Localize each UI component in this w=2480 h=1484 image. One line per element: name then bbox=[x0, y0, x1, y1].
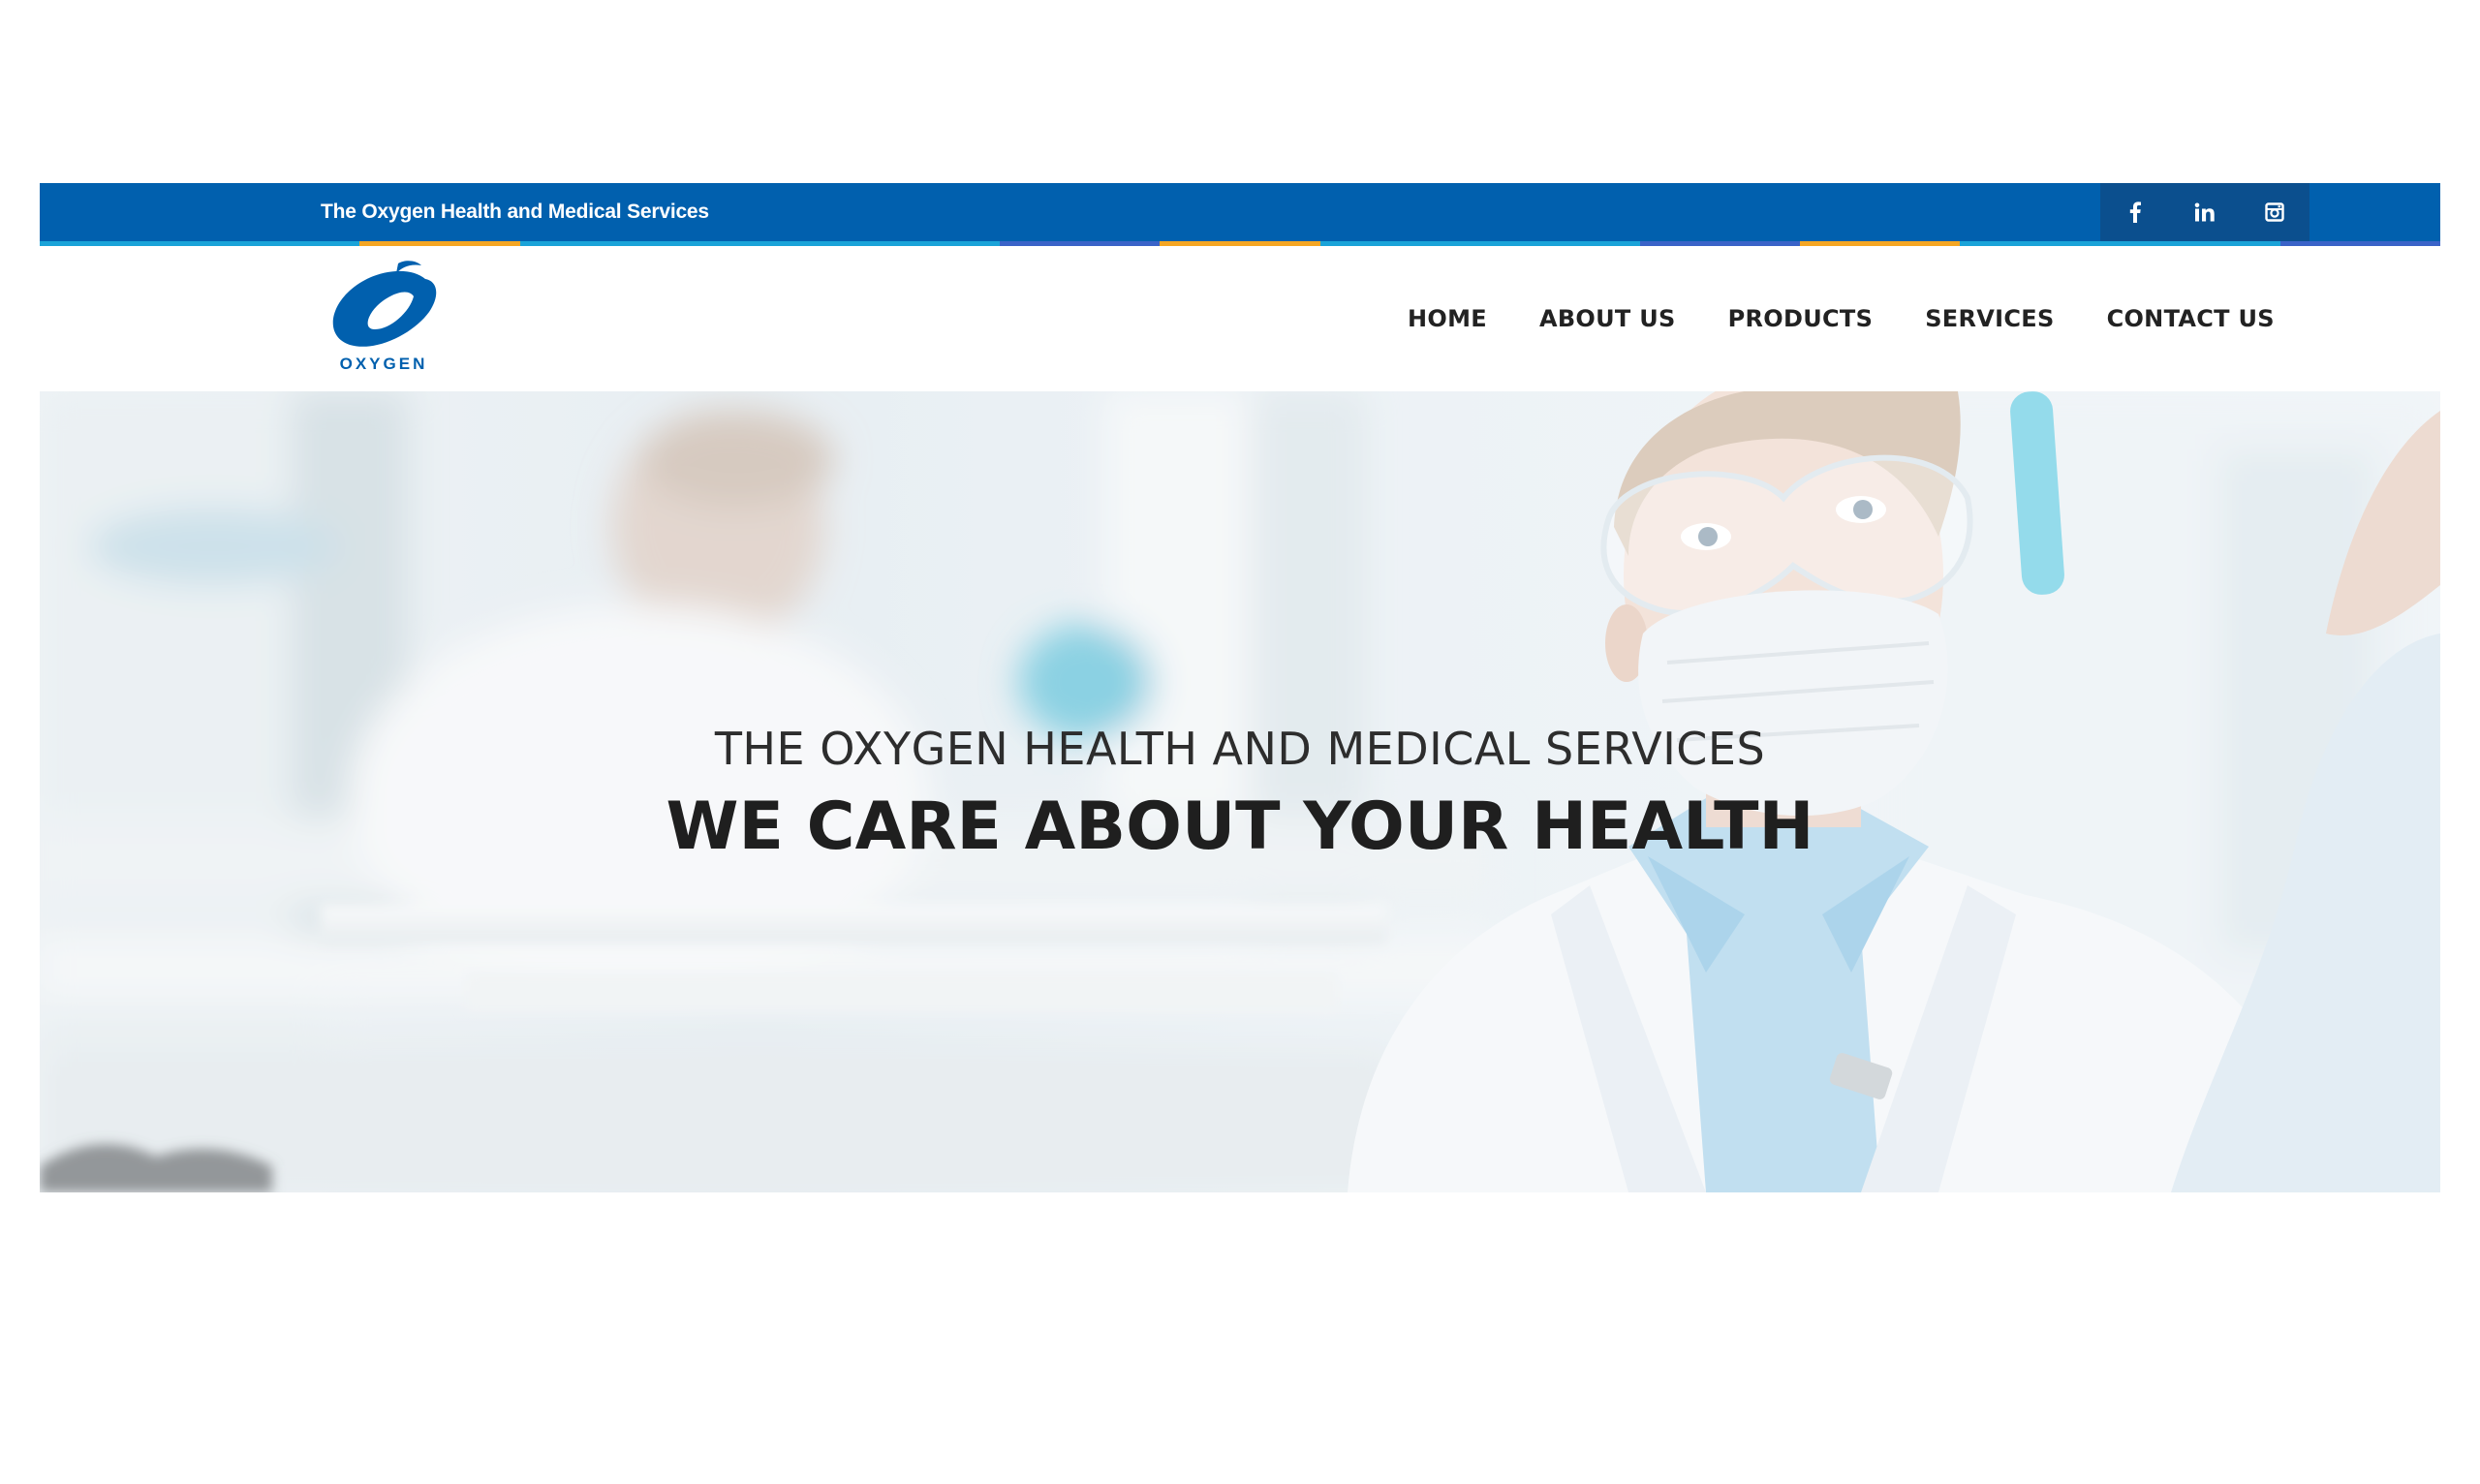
social-links bbox=[2100, 183, 2310, 241]
nav-services[interactable]: SERVICES bbox=[1925, 297, 2054, 340]
oxygen-logo-icon bbox=[332, 261, 437, 347]
hero-banner: THE OXYGEN HEALTH AND MEDICAL SERVICES W… bbox=[40, 391, 2440, 1192]
page-frame: The Oxygen Health and Medical Services O… bbox=[40, 183, 2441, 1192]
instagram-button[interactable] bbox=[2240, 183, 2310, 241]
logo-text: OXYGEN bbox=[339, 355, 428, 373]
hero-subtitle: THE OXYGEN HEALTH AND MEDICAL SERVICES bbox=[714, 723, 1766, 775]
header: OXYGEN HOME ABOUT US PRODUCTS SERVICES C… bbox=[40, 246, 2440, 391]
top-bar: The Oxygen Health and Medical Services bbox=[40, 183, 2440, 241]
main-nav: HOME ABOUT US PRODUCTS SERVICES CONTACT … bbox=[1408, 246, 2275, 391]
linkedin-icon bbox=[2194, 202, 2215, 222]
linkedin-button[interactable] bbox=[2170, 183, 2240, 241]
nav-home[interactable]: HOME bbox=[1408, 297, 1487, 340]
logo[interactable]: OXYGEN bbox=[321, 260, 447, 376]
nav-about-us[interactable]: ABOUT US bbox=[1539, 297, 1676, 340]
top-bar-title: The Oxygen Health and Medical Services bbox=[321, 201, 709, 223]
nav-contact-us[interactable]: CONTACT US bbox=[2107, 297, 2275, 340]
hero-title: WE CARE ABOUT YOUR HEALTH bbox=[666, 788, 1814, 865]
instagram-icon bbox=[2265, 202, 2284, 222]
facebook-icon bbox=[2129, 201, 2141, 223]
nav-products[interactable]: PRODUCTS bbox=[1728, 297, 1874, 340]
facebook-button[interactable] bbox=[2100, 183, 2170, 241]
